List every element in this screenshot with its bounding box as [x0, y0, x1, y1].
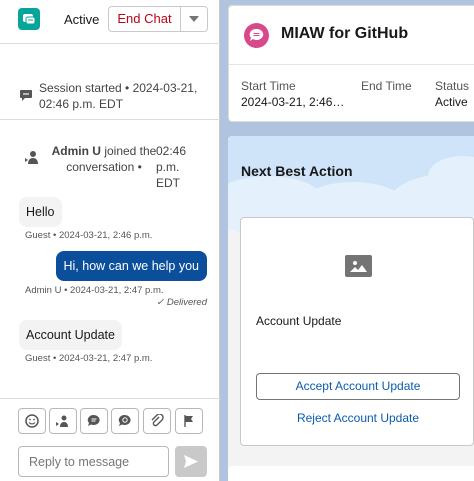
send-button[interactable]	[175, 446, 207, 477]
start-time-header: Start Time	[241, 79, 296, 93]
message-meta: Guest • 2024-03-21, 2:46 p.m.	[25, 230, 153, 241]
recommendation-name: Account Update	[256, 314, 342, 328]
incoming-message: Hello	[19, 197, 62, 227]
attach-button[interactable]	[143, 408, 171, 434]
emoji-icon	[25, 414, 39, 428]
quick-text-button[interactable]	[80, 408, 108, 434]
joined-text: Admin U joined the conversation •	[50, 143, 158, 175]
end-chat-button[interactable]: End Chat	[108, 6, 181, 32]
image-icon	[345, 255, 372, 277]
delivered-label: Delivered	[166, 297, 207, 308]
end-time-header: End Time	[361, 79, 412, 93]
reject-link[interactable]: Reject Account Update	[256, 408, 460, 428]
status-value: Active	[435, 95, 468, 109]
agent-joined-icon	[24, 149, 40, 168]
nba-title: Next Best Action	[241, 163, 353, 179]
check-icon: ✓	[156, 297, 167, 308]
emoji-button[interactable]	[18, 408, 46, 434]
reply-input[interactable]	[18, 446, 169, 477]
chat-feed: Session started • 2024-03-21, 02:46 p.m.…	[0, 44, 220, 394]
start-time-value: 2024-03-21, 2:46…	[241, 95, 345, 109]
delivered-status: ✓ Delivered	[156, 297, 207, 308]
joined-agent-name: Admin U	[51, 144, 101, 158]
quick-text-icon	[87, 414, 100, 426]
nba-header: Next Best Action	[228, 136, 474, 236]
session-started-text: Session started • 2024-03-21, 02:46 p.m.…	[39, 81, 198, 111]
miaw-record-card: MIAW for GitHub Start Time 2024-03-21, 2…	[228, 5, 474, 122]
next-best-action-card: Next Best Action Account Update Accept A…	[228, 136, 474, 481]
messaging-app-icon	[18, 8, 40, 30]
joined-time: 02:46 p.m. EDT	[156, 144, 187, 190]
flag-icon	[184, 415, 193, 427]
knowledge-icon	[118, 414, 131, 426]
attach-icon	[151, 414, 164, 427]
accept-button[interactable]: Accept Account Update	[256, 373, 460, 400]
chat-bubble-icon	[19, 88, 33, 105]
transfer-button[interactable]	[49, 408, 77, 434]
composer-divider	[0, 398, 220, 399]
outgoing-message: Hi, how can we help you	[55, 251, 207, 281]
chat-header: Active End Chat	[0, 0, 220, 44]
transfer-icon	[56, 415, 68, 427]
chat-status: Active	[64, 12, 100, 27]
divider	[229, 64, 474, 65]
end-chat-menu-chevron-down-icon[interactable]	[180, 6, 208, 32]
divider	[0, 119, 220, 120]
send-icon	[184, 455, 198, 468]
knowledge-button[interactable]	[111, 408, 139, 434]
chat-panel: Active End Chat Session started • 2024-0…	[0, 0, 220, 481]
next-card-edge	[228, 466, 474, 481]
message-meta: Guest • 2024-03-21, 2:47 p.m.	[25, 353, 153, 364]
recommendation-card: Account Update Accept Account Update Rej…	[240, 217, 474, 446]
status-header: Status	[435, 79, 470, 93]
flag-button[interactable]	[175, 408, 203, 434]
miaw-title: MIAW for GitHub	[281, 25, 409, 42]
incoming-message: Account Update	[19, 320, 122, 350]
message-meta: Admin U • 2024-03-21, 2:47 p.m.	[25, 285, 164, 296]
messaging-session-icon	[244, 23, 269, 48]
